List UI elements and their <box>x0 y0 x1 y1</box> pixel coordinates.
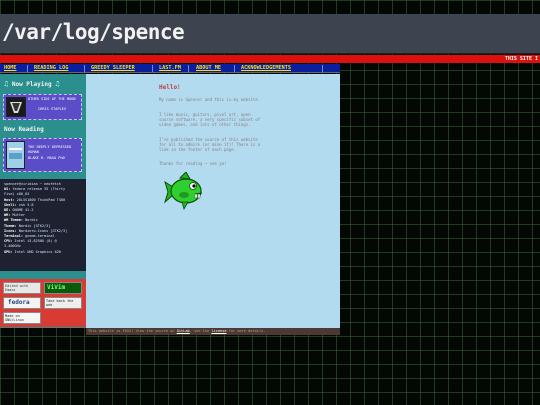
intro-paragraph: My name is Spencer and this is my websit… <box>159 97 261 102</box>
vim-badge[interactable]: ViVim <box>44 282 82 294</box>
thanks-paragraph: Thanks for reading ~ see ya! <box>159 161 227 166</box>
main-content: Hello! My name is Spencer and this is my… <box>86 74 340 328</box>
emacs-badge[interactable]: Edited with Emacs <box>3 282 41 294</box>
neofetch-line: GPU: Intel UHD Graphics 620 <box>4 249 61 254</box>
nav-acknowledgements[interactable]: ACKNOWLEDGEMENTS <box>241 64 291 73</box>
book-title: THE DEEPLY DEPRESSED HUMAN <box>28 145 72 154</box>
emacs-badge-label: Edited with Emacs <box>5 284 29 292</box>
now-playing-heading: ♫ Now Playing ♫ <box>4 80 59 88</box>
source-paragraph: I've published the source of this websit… <box>159 137 261 152</box>
nav-divider <box>188 65 189 72</box>
gnu-linux-label: Made on GNU/Linux <box>5 314 24 322</box>
gitlab-link[interactable]: GitLab <box>177 329 190 333</box>
vim-badge-label: ViVim <box>47 284 66 291</box>
book-author: BLAKE R. MAXA PhD <box>28 156 65 160</box>
footer: This website is FOSS! View the source on… <box>86 328 340 335</box>
footer-prefix: This website is FOSS! View the source on <box>88 329 177 333</box>
nav-divider <box>234 65 235 72</box>
greeting-heading: Hello! <box>159 84 181 91</box>
nav-divider <box>152 65 153 72</box>
now-reading-card[interactable]: THE DEEPLY DEPRESSED HUMAN BLAKE R. MAXA… <box>3 138 82 172</box>
main-nav: HOME READING LOG GREEDY SLEEPER LAST.FM … <box>0 64 340 73</box>
now-playing-title: Now Playing <box>11 81 52 88</box>
now-reading-title: Now Reading <box>4 126 44 133</box>
book-cover <box>6 141 25 169</box>
music-note-icon: ♫ <box>55 80 60 88</box>
nav-divider <box>84 65 85 72</box>
fedora-badge[interactable]: fedora <box>3 297 41 309</box>
track-title: OTHER SIDE OF THE MOON <box>28 97 76 101</box>
nav-divider <box>322 65 323 72</box>
album-art-icon <box>7 98 25 116</box>
badge-panel: Edited with Emacs ViVim fedora Take back… <box>0 279 86 327</box>
nav-reading-log[interactable]: READING LOG <box>34 64 68 73</box>
track-info: OTHER SIDE OF THE MOON CHRIS STAPLES <box>28 97 82 111</box>
take-back-web-label: Take back the web <box>46 299 74 307</box>
interests-paragraph: I like music, guitars, pixel art, open s… <box>159 112 261 127</box>
marquee-text: THIS SITE I <box>504 56 538 62</box>
site-header: /var/log/spence <box>0 14 540 54</box>
book-cover-icon <box>7 142 24 168</box>
nav-divider <box>27 65 28 72</box>
nav-about-me[interactable]: ABOUT ME <box>196 64 221 73</box>
album-cover <box>6 97 26 117</box>
nav-home[interactable]: HOME <box>4 64 17 73</box>
now-playing-card[interactable]: OTHER SIDE OF THE MOON CHRIS STAPLES <box>3 94 82 120</box>
sidebar: ♫ Now Playing ♫ OTHER SIDE OF THE MOON C… <box>0 74 86 328</box>
site-title[interactable]: /var/log/spence <box>2 20 185 44</box>
marquee-banner: THIS SITE I <box>0 55 540 63</box>
book-info: THE DEEPLY DEPRESSED HUMAN BLAKE R. MAXA… <box>28 141 82 161</box>
footer-suffix: for more details. <box>226 329 266 333</box>
nav-greedy-sleeper[interactable]: GREEDY SLEEPER <box>91 64 135 73</box>
track-artist: CHRIS STAPLES <box>38 107 67 111</box>
nav-lastfm[interactable]: LAST.FM <box>159 64 181 73</box>
neofetch-panel: spencer@viridian ~ neofetch OS: fedora r… <box>0 179 86 271</box>
license-link[interactable]: license <box>211 329 226 333</box>
fish-mascot <box>164 171 204 214</box>
take-back-web-badge[interactable]: Take back the web <box>44 297 82 309</box>
fish-icon <box>164 171 203 211</box>
fedora-badge-label: fedora <box>8 299 30 306</box>
music-note-icon: ♫ <box>4 80 9 88</box>
gnu-linux-badge[interactable]: Made on GNU/Linux <box>3 312 41 324</box>
footer-mid: , see the <box>189 329 212 333</box>
